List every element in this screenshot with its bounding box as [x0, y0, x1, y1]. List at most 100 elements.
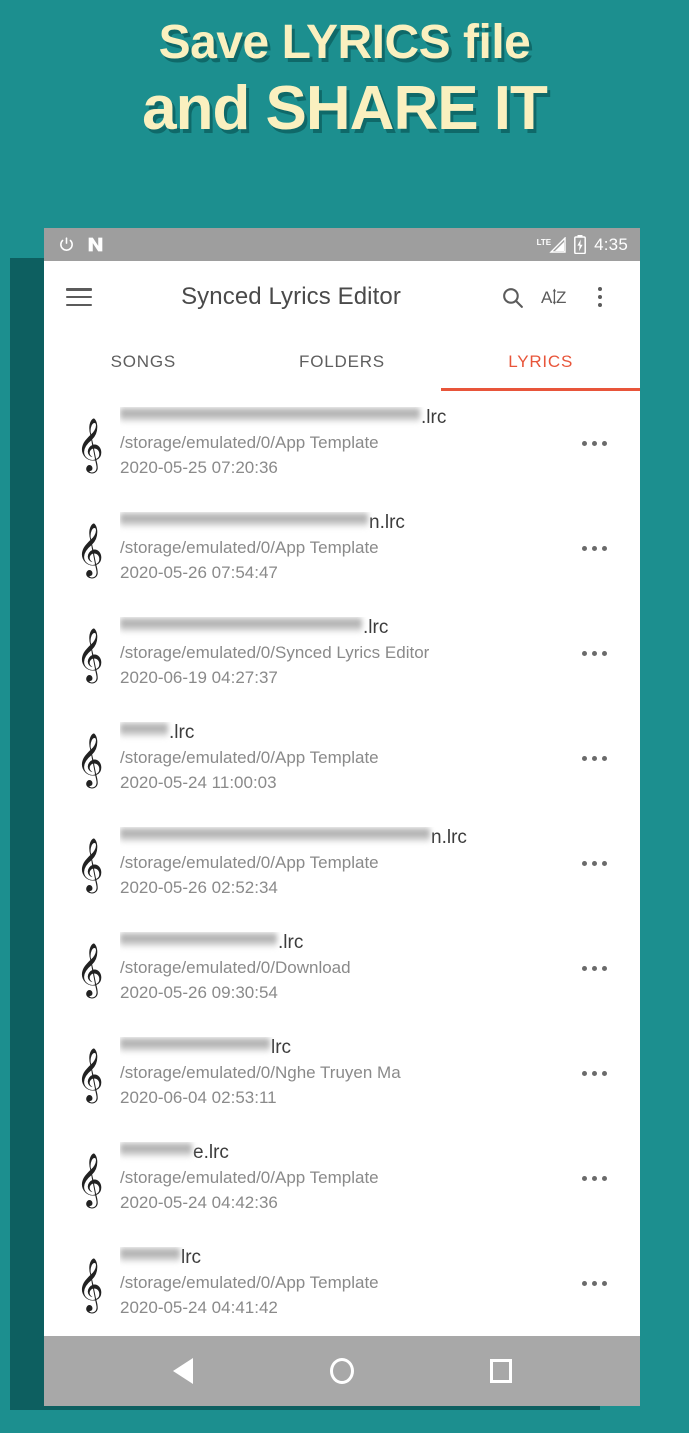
more-horizontal-icon[interactable]	[568, 1176, 620, 1181]
redacted-file-name	[120, 511, 368, 527]
android-navigation-bar	[44, 1336, 640, 1406]
file-extension: e.lrc	[193, 1141, 229, 1163]
more-horizontal-icon[interactable]	[568, 651, 620, 656]
file-extension: n.lrc	[431, 826, 467, 848]
table-row[interactable]: 𝄞 lrc /storage/emulated/0/App Template 2…	[44, 1231, 640, 1336]
search-icon[interactable]	[490, 275, 534, 319]
file-name: e.lrc	[120, 1141, 568, 1164]
file-date: 2020-06-19 04:27:37	[120, 667, 278, 687]
page-title: Synced Lyrics Editor	[181, 283, 401, 310]
tab-songs[interactable]: SONGS	[44, 333, 243, 391]
table-row[interactable]: 𝄞 .lrc /storage/emulated/0/App Template …	[44, 391, 640, 496]
phone-screenshot: LTE 4:35 Synced Lyrics Editor A Z SONGS …	[44, 228, 640, 1406]
file-name: .lrc	[120, 406, 568, 429]
file-extension: .lrc	[421, 406, 447, 428]
file-info: .lrc /storage/emulated/0/Download 2020-0…	[114, 931, 568, 1005]
treble-clef-icon: 𝄞	[76, 941, 104, 996]
file-path: /storage/emulated/0/App Template	[120, 537, 379, 557]
table-row[interactable]: 𝄞 lrc /storage/emulated/0/Nghe Truyen Ma…	[44, 1021, 640, 1126]
file-info: .lrc /storage/emulated/0/Synced Lyrics E…	[114, 616, 568, 690]
promo-banner: Save LYRICS file and SHARE IT	[0, 0, 689, 222]
file-name: n.lrc	[120, 511, 568, 534]
file-date: 2020-06-04 02:53:11	[120, 1087, 277, 1107]
treble-clef-icon: 𝄞	[76, 836, 104, 891]
status-bar-clock: 4:35	[594, 234, 628, 254]
lyrics-file-list[interactable]: 𝄞 .lrc /storage/emulated/0/App Template …	[44, 391, 640, 1336]
redacted-file-name	[120, 406, 420, 422]
file-path: /storage/emulated/0/App Template	[120, 1167, 379, 1187]
redacted-file-name	[120, 1036, 270, 1052]
file-info: .lrc /storage/emulated/0/App Template 20…	[114, 406, 568, 480]
recents-square-icon[interactable]	[471, 1341, 531, 1401]
back-triangle-icon[interactable]	[153, 1341, 213, 1401]
table-row[interactable]: 𝄞 .lrc /storage/emulated/0/Synced Lyrics…	[44, 601, 640, 706]
more-horizontal-icon[interactable]	[568, 861, 620, 866]
more-horizontal-icon[interactable]	[568, 441, 620, 446]
hamburger-menu-icon[interactable]	[66, 288, 92, 306]
more-horizontal-icon[interactable]	[568, 756, 620, 761]
more-horizontal-icon[interactable]	[568, 1281, 620, 1286]
file-info: e.lrc /storage/emulated/0/App Template 2…	[114, 1141, 568, 1215]
treble-clef-icon: 𝄞	[76, 1046, 104, 1101]
redacted-file-name	[120, 931, 277, 947]
home-circle-icon[interactable]	[312, 1341, 372, 1401]
table-row[interactable]: 𝄞 .lrc /storage/emulated/0/Download 2020…	[44, 916, 640, 1021]
file-date: 2020-05-26 09:30:54	[120, 982, 278, 1002]
svg-text:Z: Z	[556, 288, 566, 307]
file-name: lrc	[120, 1036, 568, 1059]
file-extension: n.lrc	[369, 511, 405, 533]
file-path: /storage/emulated/0/App Template	[120, 852, 379, 872]
file-path: /storage/emulated/0/Synced Lyrics Editor	[120, 642, 430, 662]
treble-clef-icon: 𝄞	[76, 521, 104, 576]
file-name: n.lrc	[120, 826, 568, 849]
file-extension: .lrc	[169, 721, 195, 743]
file-extension: lrc	[271, 1036, 292, 1058]
treble-clef-icon: 𝄞	[76, 1256, 104, 1311]
file-date: 2020-05-26 02:52:34	[120, 877, 278, 897]
file-extension: .lrc	[278, 931, 304, 953]
table-row[interactable]: 𝄞 e.lrc /storage/emulated/0/App Template…	[44, 1126, 640, 1231]
file-name: lrc	[120, 1246, 568, 1269]
file-name: .lrc	[120, 616, 568, 639]
file-date: 2020-05-24 04:42:36	[120, 1192, 278, 1212]
more-horizontal-icon[interactable]	[568, 966, 620, 971]
file-info: .lrc /storage/emulated/0/App Template 20…	[114, 721, 568, 795]
redacted-file-name	[120, 1246, 180, 1262]
file-path: /storage/emulated/0/App Template	[120, 432, 379, 452]
sort-alphabetical-icon[interactable]: A Z	[534, 275, 578, 319]
more-vertical-icon[interactable]	[578, 275, 622, 319]
file-path: /storage/emulated/0/App Template	[120, 747, 379, 767]
tab-lyrics[interactable]: LYRICS	[441, 333, 640, 391]
tab-folders[interactable]: FOLDERS	[243, 333, 442, 391]
treble-clef-icon: 𝄞	[76, 731, 104, 786]
file-info: lrc /storage/emulated/0/Nghe Truyen Ma 2…	[114, 1036, 568, 1110]
promo-headline-line1: Save LYRICS file	[158, 16, 531, 69]
file-path: /storage/emulated/0/App Template	[120, 1272, 379, 1292]
more-horizontal-icon[interactable]	[568, 546, 620, 551]
table-row[interactable]: 𝄞 .lrc /storage/emulated/0/App Template …	[44, 706, 640, 811]
battery-charging-icon	[574, 235, 587, 254]
file-extension: lrc	[181, 1246, 202, 1268]
more-horizontal-icon[interactable]	[568, 1071, 620, 1076]
promo-headline-line2: and SHARE IT	[142, 73, 548, 143]
table-row[interactable]: 𝄞 n.lrc /storage/emulated/0/App Template…	[44, 496, 640, 601]
file-info: lrc /storage/emulated/0/App Template 202…	[114, 1246, 568, 1320]
file-info: n.lrc /storage/emulated/0/App Template 2…	[114, 511, 568, 585]
redacted-file-name	[120, 721, 168, 737]
table-row[interactable]: 𝄞 n.lrc /storage/emulated/0/App Template…	[44, 811, 640, 916]
redacted-file-name	[120, 616, 362, 632]
file-extension: .lrc	[363, 616, 389, 638]
app-toolbar: Synced Lyrics Editor A Z	[44, 261, 640, 333]
nova-launcher-icon	[87, 237, 104, 252]
treble-clef-icon: 𝄞	[76, 416, 104, 471]
file-name: .lrc	[120, 931, 568, 954]
file-date: 2020-05-25 07:20:36	[120, 457, 278, 477]
treble-clef-icon: 𝄞	[76, 1151, 104, 1206]
power-icon	[58, 236, 75, 253]
file-date: 2020-05-24 04:41:42	[120, 1297, 278, 1317]
signal-bars-icon: LTE	[537, 236, 567, 253]
file-path: /storage/emulated/0/Nghe Truyen Ma	[120, 1062, 401, 1082]
file-date: 2020-05-24 11:00:03	[120, 772, 277, 792]
redacted-file-name	[120, 1141, 192, 1157]
file-name: .lrc	[120, 721, 568, 744]
